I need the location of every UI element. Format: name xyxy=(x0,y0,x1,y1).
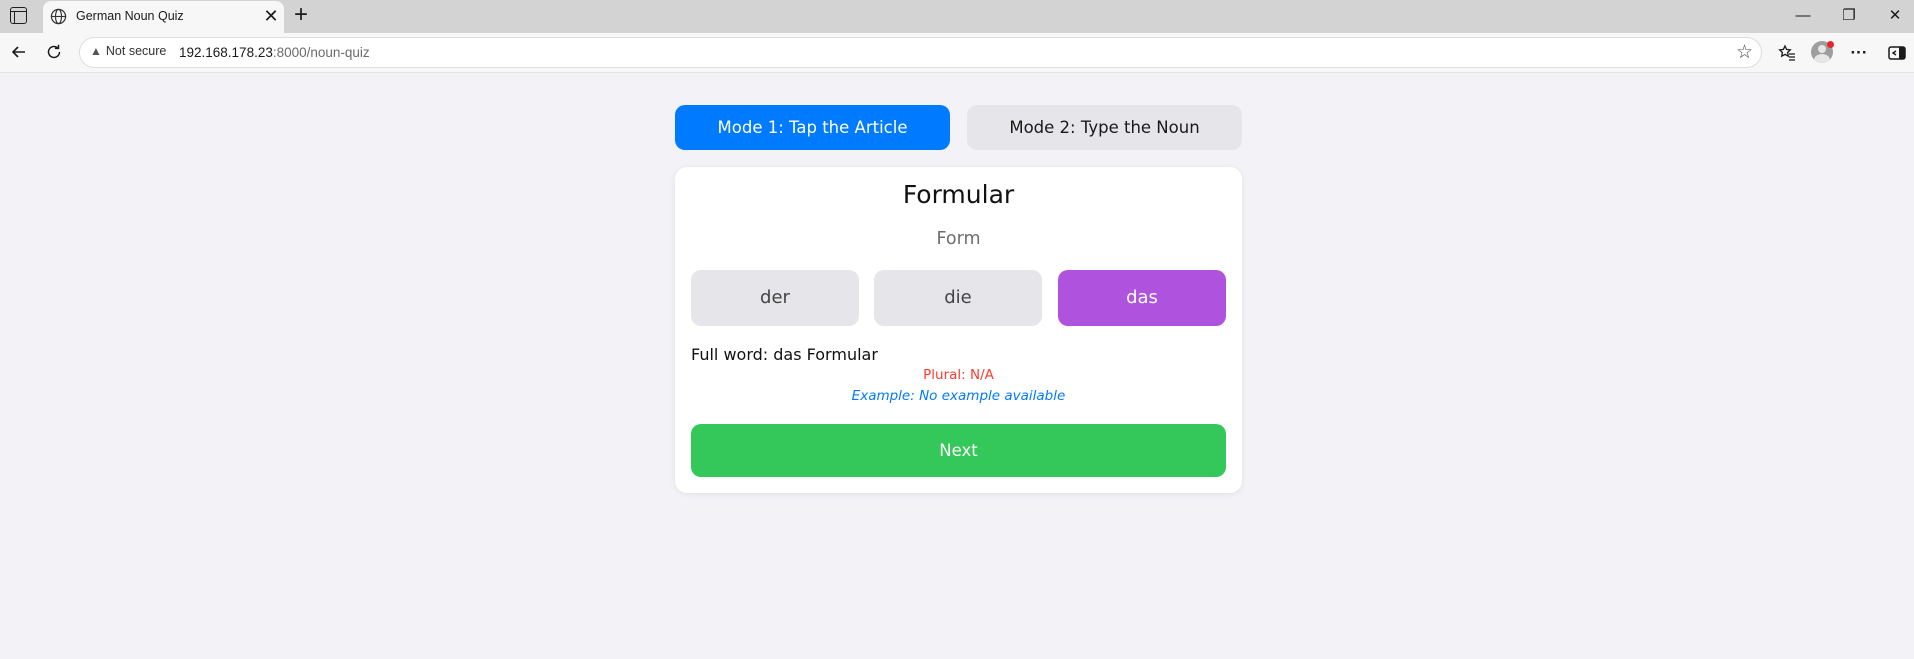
minimize-icon[interactable]: — xyxy=(1780,0,1826,32)
article-das-button[interactable]: das xyxy=(1058,270,1226,326)
restore-icon[interactable]: ❐ xyxy=(1826,0,1872,32)
page-content: Mode 1: Tap the Article Mode 2: Type the… xyxy=(0,74,1914,659)
full-word-text: Full word: das Formular xyxy=(691,345,878,364)
example-text: Example: No example available xyxy=(851,388,1066,404)
security-indicator[interactable]: ▲ Not secure xyxy=(90,44,166,58)
more-icon[interactable]: ··· xyxy=(1846,40,1872,66)
noun-translation: Form xyxy=(936,229,981,249)
tab-strip-icon[interactable] xyxy=(10,7,27,24)
mode-2-button[interactable]: Mode 2: Type the Noun xyxy=(967,105,1242,150)
globe-icon xyxy=(50,8,67,25)
notification-dot xyxy=(1827,41,1834,48)
star-icon[interactable]: ☆ xyxy=(1736,41,1753,64)
new-tab-icon[interactable]: + xyxy=(289,2,313,28)
article-der-button[interactable]: der xyxy=(691,270,859,326)
quiz-card: Formular Form der die das Full word: das… xyxy=(675,167,1242,493)
back-icon[interactable] xyxy=(4,37,34,67)
favorites-icon[interactable] xyxy=(1774,40,1800,66)
next-button[interactable]: Next xyxy=(691,424,1226,477)
close-window-icon[interactable]: ✕ xyxy=(1872,0,1914,32)
noun-word: Formular xyxy=(902,180,1015,209)
article-die-button[interactable]: die xyxy=(874,270,1042,326)
address-bar[interactable]: ▲ Not secure 192.168.178.23:8000/noun-qui… xyxy=(79,37,1762,68)
tab-close-icon[interactable]: ✕ xyxy=(260,4,282,28)
mode-1-button[interactable]: Mode 1: Tap the Article xyxy=(675,105,950,150)
browser-toolbar: ▲ Not secure 192.168.178.23:8000/noun-qui… xyxy=(0,33,1914,73)
url-text[interactable]: 192.168.178.23:8000/noun-quiz xyxy=(179,45,370,60)
plural-text: Plural: N/A xyxy=(923,367,994,383)
security-label: Not secure xyxy=(105,44,167,58)
tab-title: German Noun Quiz xyxy=(76,9,184,23)
reload-icon[interactable] xyxy=(39,37,69,67)
browser-tab-bar: German Noun Quiz ✕ + — ❐ ✕ xyxy=(0,0,1914,33)
sidebar-icon[interactable] xyxy=(1884,40,1910,66)
warning-icon: ▲ xyxy=(90,44,102,58)
browser-tab[interactable]: German Noun Quiz ✕ xyxy=(43,1,284,33)
